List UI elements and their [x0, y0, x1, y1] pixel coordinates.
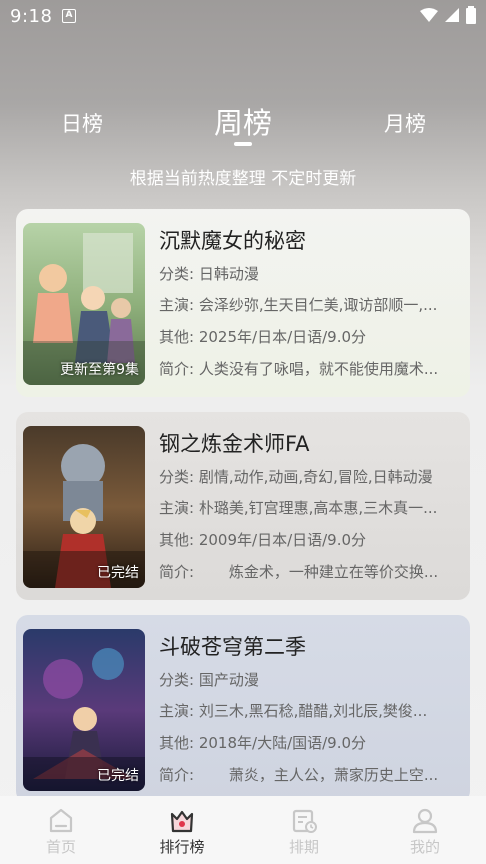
status-icons — [420, 6, 476, 24]
status-badge: 已完结 — [97, 565, 139, 581]
nav-ranking[interactable]: 排行榜 — [142, 806, 222, 857]
category-row: 分类: 日韩动漫 — [159, 265, 259, 283]
anime-card[interactable]: 已完结 钢之炼金术师FA 分类: 剧情,动作,动画,奇幻,冒险,日韩动漫 主演:… — [16, 412, 470, 600]
intro-row: 简介: 人类没有了咏唱，就不能使用魔术... — [159, 360, 439, 378]
cast-row: 主演: 会泽纱弥,生天目仁美,诹访部顺一,... — [159, 296, 438, 314]
nav-label: 排行榜 — [159, 838, 205, 856]
category-row: 分类: 国产动漫 — [159, 671, 259, 689]
status-bar: 9:18 A — [0, 0, 486, 32]
poster-image: 已完结 — [23, 426, 145, 588]
wifi-icon — [420, 8, 438, 22]
cast-row: 主演: 朴璐美,钉宫理惠,高本惠,三木真一... — [159, 499, 438, 517]
nav-home[interactable]: 首页 — [21, 806, 101, 857]
crown-rank-icon — [170, 810, 194, 833]
anime-card[interactable]: 已完结 斗破苍穹第二季 分类: 国产动漫 主演: 刘三木,黑石稔,醋醋,刘北辰,… — [16, 615, 470, 803]
anime-title: 沉默魔女的秘密 — [159, 229, 306, 253]
category-row: 分类: 剧情,动作,动画,奇幻,冒险,日韩动漫 — [159, 468, 433, 486]
tab-daily[interactable]: 日榜 — [61, 108, 103, 138]
anime-card[interactable]: 更新至第9集 沉默魔女的秘密 分类: 日韩动漫 主演: 会泽纱弥,生天目仁美,诹… — [16, 209, 470, 397]
episode-badge: 更新至第9集 — [60, 362, 139, 378]
other-row: 其他: 2018年/大陆/国语/9.0分 — [159, 734, 367, 752]
nav-label: 首页 — [45, 838, 76, 856]
other-row: 其他: 2009年/日本/日语/9.0分 — [159, 531, 367, 549]
home-icon — [49, 808, 73, 833]
nav-label: 我的 — [409, 838, 440, 856]
nav-label: 排期 — [288, 838, 319, 856]
other-row: 其他: 2025年/日本/日语/9.0分 — [159, 328, 367, 346]
poster-image: 已完结 — [23, 629, 145, 791]
anime-title: 钢之炼金术师FA — [159, 432, 310, 456]
status-badge: 已完结 — [97, 768, 139, 784]
signal-icon — [445, 8, 459, 22]
anime-title: 斗破苍穹第二季 — [159, 635, 306, 659]
battery-icon — [466, 6, 476, 24]
intro-row: 简介: 萧炎，主人公，萧家历史上空... — [159, 766, 439, 784]
tab-weekly[interactable]: 周榜 — [214, 100, 272, 142]
tab-monthly[interactable]: 月榜 — [384, 108, 426, 138]
poster-image: 更新至第9集 — [23, 223, 145, 385]
intro-row: 简介: 炼金术，一种建立在等价交换... — [159, 563, 439, 581]
status-time: 9:18 — [10, 6, 53, 27]
cast-row: 主演: 刘三木,黑石稔,醋醋,刘北辰,樊俊... — [159, 702, 428, 720]
ranking-subtitle: 根据当前热度整理 不定时更新 — [129, 169, 357, 189]
calendar-clock-icon — [292, 809, 317, 833]
rank-tabs: 日榜 周榜 月榜 — [0, 98, 486, 148]
nav-mine[interactable]: 我的 — [385, 806, 465, 857]
notification-icon: A — [62, 9, 76, 23]
tab-indicator — [234, 142, 252, 146]
user-icon — [412, 808, 438, 834]
nav-schedule[interactable]: 排期 — [264, 806, 344, 857]
bottom-nav: 首页 排行榜 排期 我的 — [0, 796, 486, 864]
